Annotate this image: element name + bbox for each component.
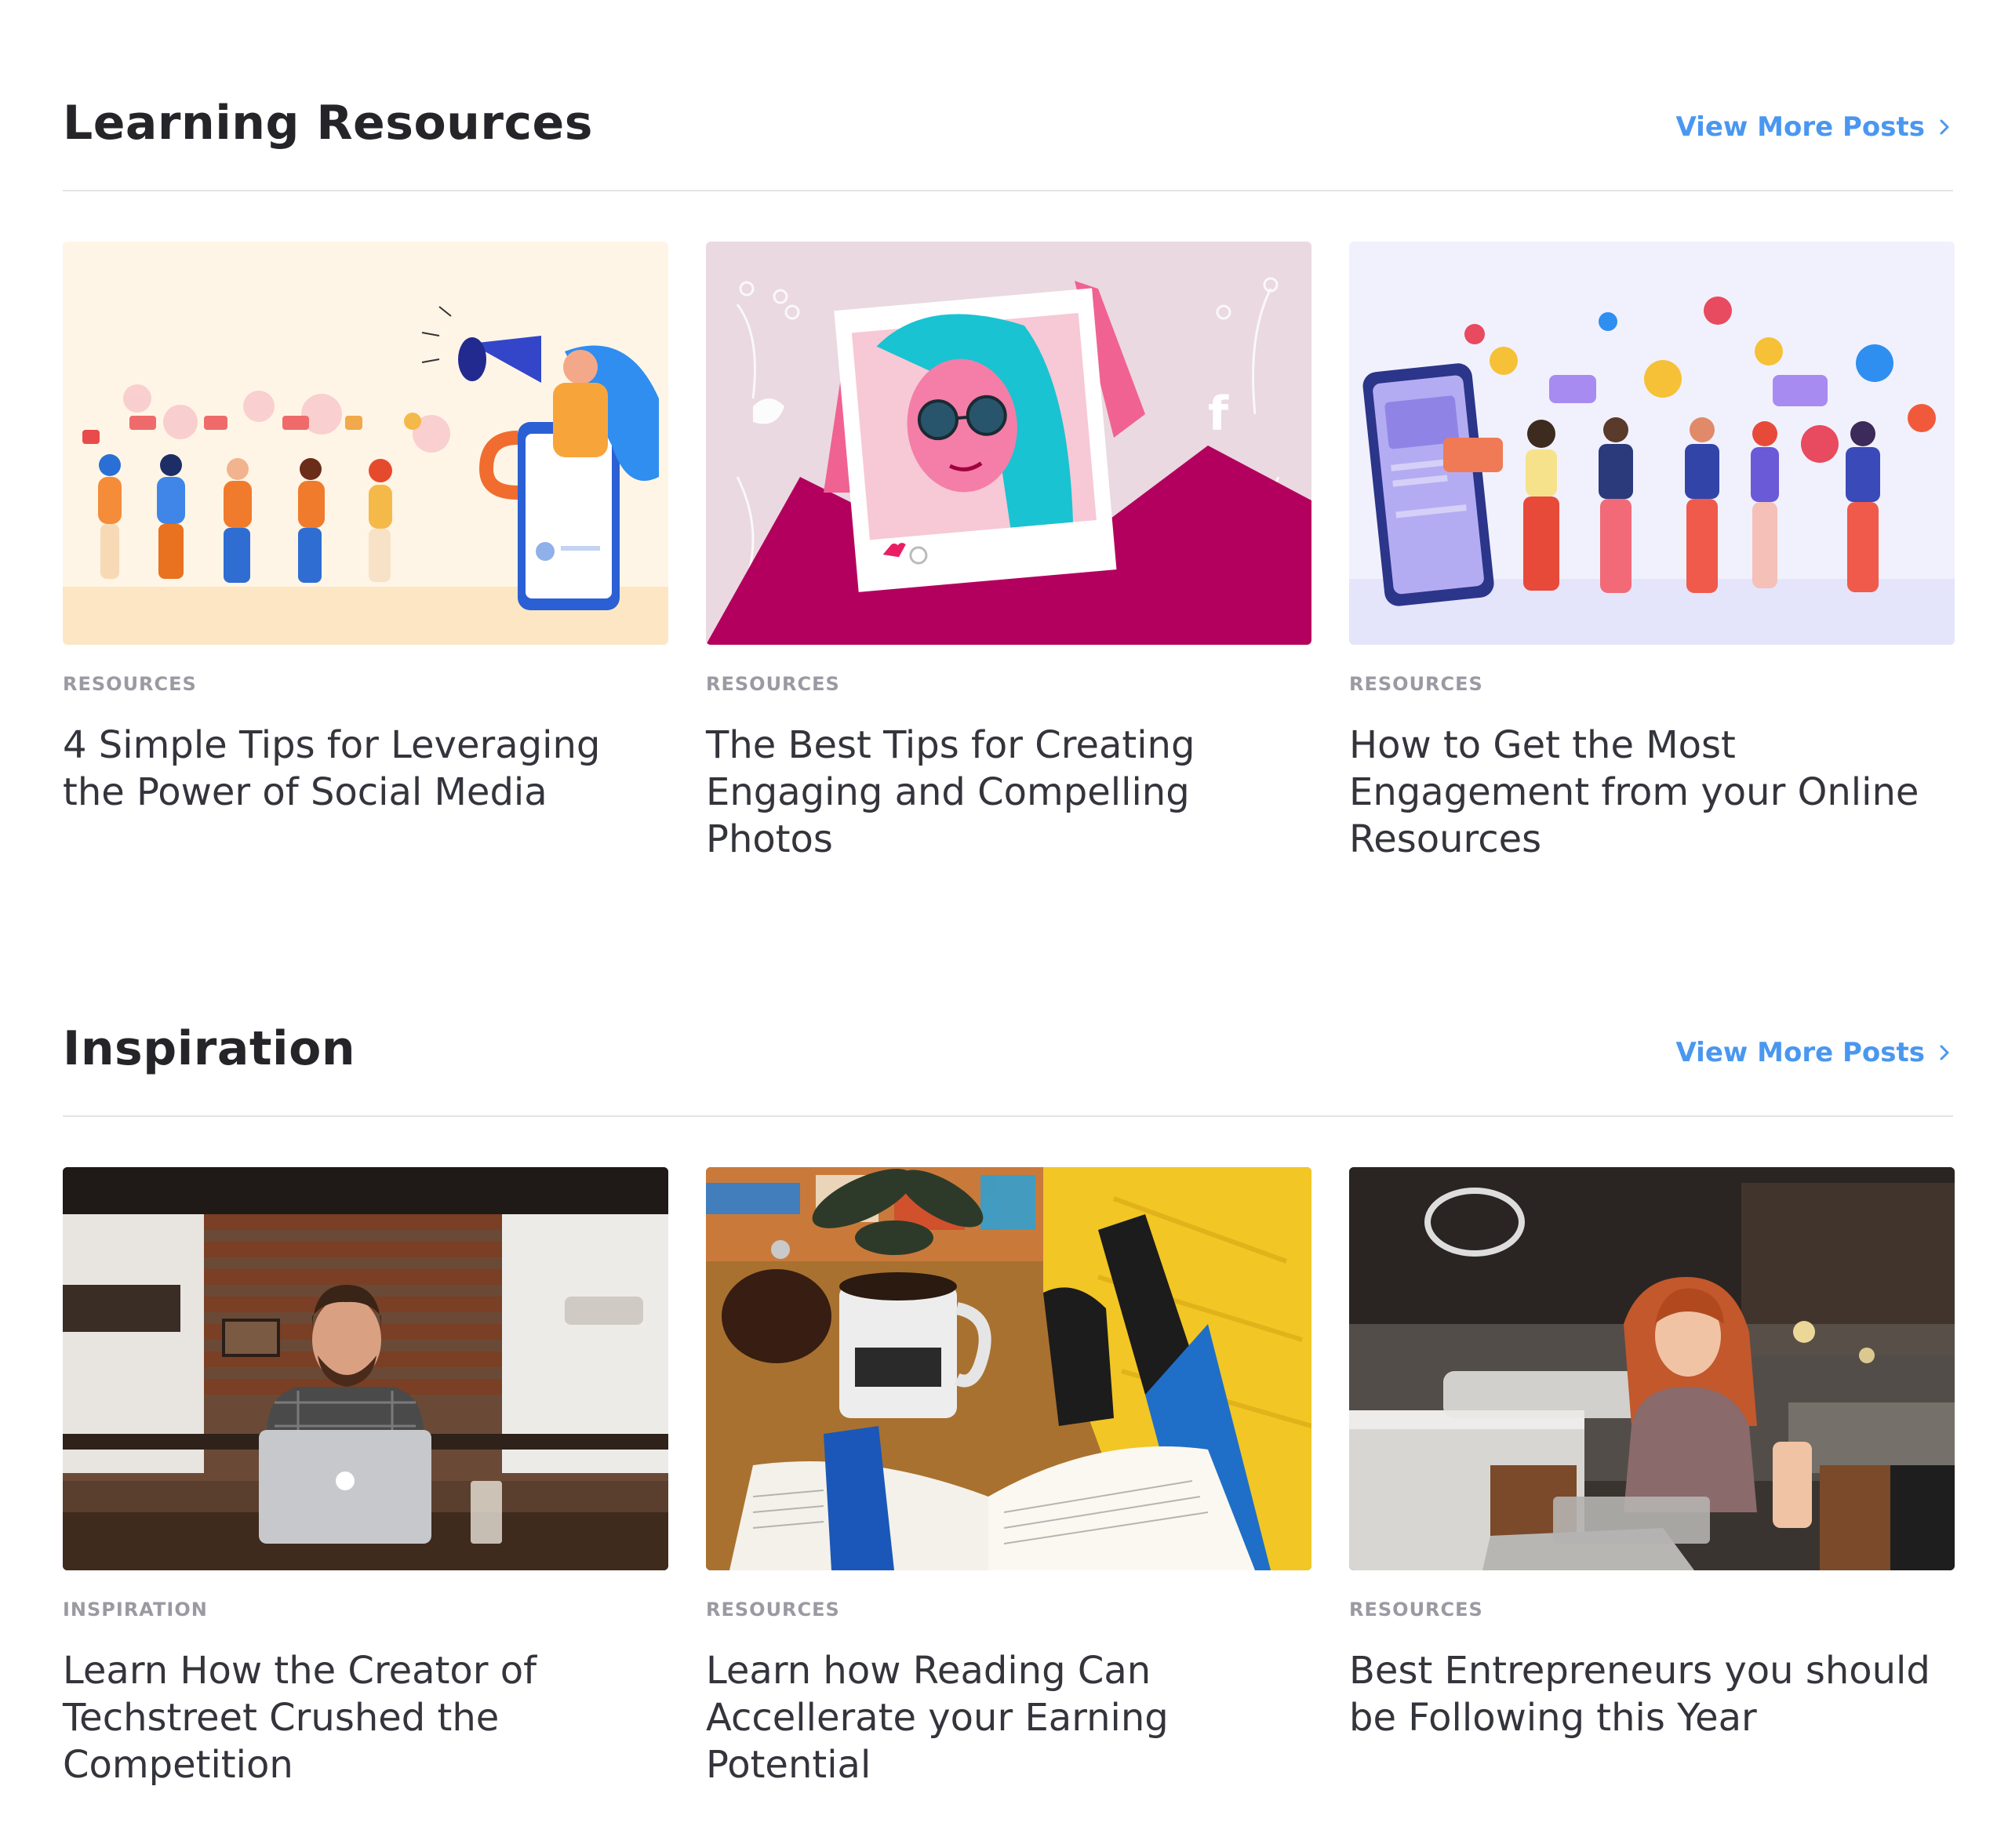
section-title: Learning Resources: [63, 96, 593, 151]
man-laptop-cafe-photo: [63, 1167, 668, 1570]
post-title[interactable]: The Best Tips for Creating Engaging and …: [706, 722, 1311, 863]
post-card[interactable]: RESOURCES Learn how Reading Can Acceller…: [706, 1167, 1311, 1788]
post-title[interactable]: Best Entrepreneurs you should be Followi…: [1349, 1647, 1955, 1741]
post-card[interactable]: f RESOURCES The Best Tips for Creating E…: [706, 242, 1311, 863]
post-card[interactable]: INSPIRATION Learn How the Creator of Tec…: [63, 1167, 668, 1788]
post-card[interactable]: RESOURCES How to Get the Most Engagement…: [1349, 242, 1955, 863]
post-thumbnail[interactable]: [706, 1167, 1311, 1570]
post-thumbnail[interactable]: [63, 242, 668, 645]
post-thumbnail[interactable]: f: [706, 242, 1311, 645]
post-thumbnail[interactable]: [63, 1167, 668, 1570]
section-header: Inspiration View More Posts: [63, 1004, 1953, 1117]
post-category: INSPIRATION: [63, 1599, 208, 1621]
post-category: RESOURCES: [706, 1599, 840, 1621]
engagement-people-illustration: [1349, 242, 1955, 645]
post-category: RESOURCES: [706, 673, 840, 695]
post-card[interactable]: RESOURCES 4 Simple Tips for Leveraging t…: [63, 242, 668, 863]
view-more-posts-link[interactable]: View More Posts: [1675, 111, 1950, 143]
view-more-label: View More Posts: [1675, 111, 1925, 143]
post-title[interactable]: Learn How the Creator of Techstreet Crus…: [63, 1647, 668, 1788]
post-card[interactable]: RESOURCES Best Entrepreneurs you should …: [1349, 1167, 1955, 1788]
post-category: RESOURCES: [63, 673, 197, 695]
post-title[interactable]: How to Get the Most Engagement from your…: [1349, 722, 1955, 863]
section-inspiration: Inspiration View More Posts INSPIRATION …: [63, 1004, 1955, 1788]
photo-frame-illustration: f: [706, 242, 1311, 645]
post-title[interactable]: Learn how Reading Can Accellerate your E…: [706, 1647, 1311, 1788]
woman-laptop-cafe-photo: [1349, 1167, 1955, 1570]
book-coffee-photo: [706, 1167, 1311, 1570]
card-list: RESOURCES 4 Simple Tips for Leveraging t…: [63, 242, 1955, 863]
post-thumbnail[interactable]: [1349, 1167, 1955, 1570]
social-media-megaphone-illustration: [63, 242, 668, 645]
svg-text:f: f: [1208, 387, 1229, 442]
chevron-right-icon: [1940, 119, 1949, 135]
section-header: Learning Resources View More Posts: [63, 78, 1953, 191]
post-thumbnail[interactable]: [1349, 242, 1955, 645]
section-learning-resources: Learning Resources View More Posts RESOU…: [63, 78, 1955, 863]
post-title[interactable]: 4 Simple Tips for Leveraging the Power o…: [63, 722, 668, 816]
chevron-right-icon: [1940, 1045, 1949, 1060]
view-more-posts-link[interactable]: View More Posts: [1675, 1037, 1950, 1068]
post-category: RESOURCES: [1349, 673, 1483, 695]
section-title: Inspiration: [63, 1021, 356, 1076]
post-category: RESOURCES: [1349, 1599, 1483, 1621]
card-list: INSPIRATION Learn How the Creator of Tec…: [63, 1167, 1955, 1788]
view-more-label: View More Posts: [1675, 1037, 1925, 1068]
